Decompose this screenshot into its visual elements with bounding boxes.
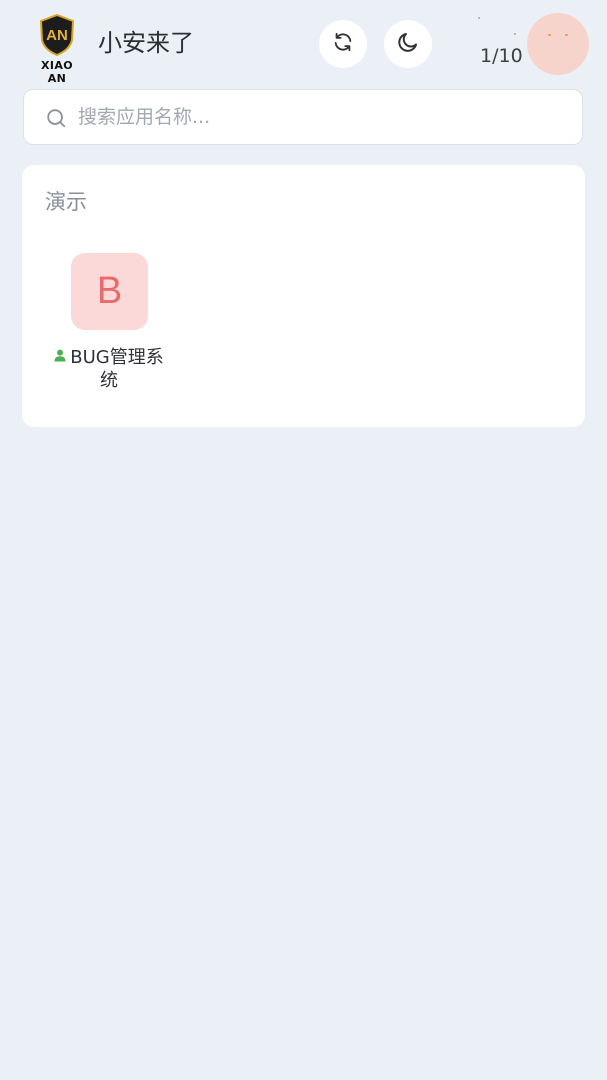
refresh-button[interactable] (319, 20, 367, 68)
avatar[interactable] (527, 13, 589, 75)
app-title: 小安来了 (98, 29, 194, 57)
avatar-eye (565, 34, 568, 36)
header: AN XIAO AN 小安来了 1/10 (0, 0, 607, 88)
sparkle-decoration (514, 33, 516, 35)
app-icon-tile: B (71, 253, 148, 330)
search-input[interactable] (78, 90, 568, 144)
avatar-eye (548, 34, 551, 36)
user-icon (54, 345, 66, 368)
logo-shield-icon: AN (39, 14, 75, 56)
page-counter: 1/10 (480, 45, 523, 67)
logo: AN XIAO AN (30, 14, 84, 85)
search-box (23, 89, 583, 145)
sparkle-decoration (478, 17, 480, 19)
section-card: 演示 B BUG管理系统 (22, 165, 585, 427)
section-title: 演示 (45, 190, 87, 214)
svg-text:AN: AN (46, 27, 68, 44)
search-icon (45, 107, 67, 129)
app-page: AN XIAO AN 小安来了 1/10 搜索应用名称... 演示 B BUG管… (0, 0, 607, 1080)
theme-toggle-button[interactable] (384, 20, 432, 68)
app-item-bug-management[interactable]: B BUG管理系统 (52, 253, 166, 403)
moon-icon (396, 30, 420, 58)
app-name: BUG管理系统 (52, 345, 166, 392)
app-name-label: BUG管理系统 (70, 347, 164, 391)
refresh-icon (332, 31, 354, 57)
logo-caption: XIAO AN (40, 59, 74, 85)
